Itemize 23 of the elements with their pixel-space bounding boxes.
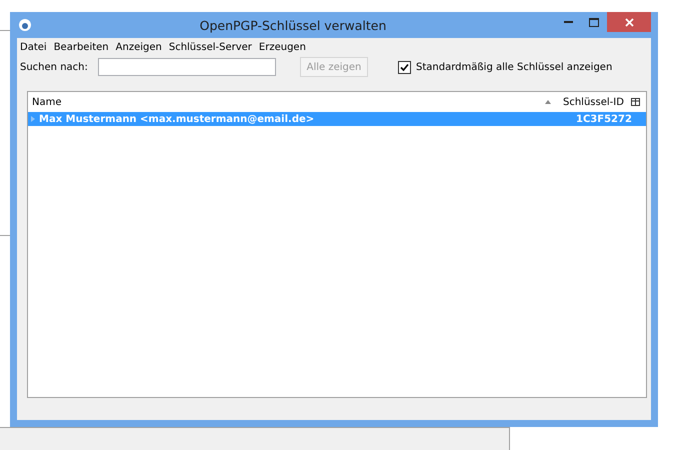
close-button[interactable] xyxy=(607,12,651,32)
checkmark-icon xyxy=(400,62,409,72)
column-header[interactable]: Name xyxy=(28,96,557,108)
close-icon xyxy=(624,18,634,26)
table-cell-text: 1C3F5272 xyxy=(576,114,633,124)
checkbox[interactable] xyxy=(398,60,411,74)
column-picker-icon[interactable] xyxy=(631,98,640,106)
menu-item[interactable]: Bearbeiten xyxy=(54,42,109,53)
search-field[interactable] xyxy=(98,58,276,76)
minimize-icon xyxy=(564,20,572,24)
expand-arrow-icon xyxy=(31,116,35,122)
search-label: Suchen nach: xyxy=(20,62,89,72)
menu-item[interactable]: Datei xyxy=(20,42,47,53)
menu-item[interactable]: Erzeugen xyxy=(258,42,306,53)
checkbox-label: Standardmäßig alle Schlüssel anzeigen xyxy=(416,62,612,72)
menu-item[interactable]: Anzeigen xyxy=(116,42,162,53)
window-title: OpenPGP-Schlüssel verwalten xyxy=(198,18,388,32)
table-cell-text: Max Mustermann <max.mustermann@email.de> xyxy=(39,114,316,124)
maximize-icon xyxy=(589,18,599,26)
sort-arrow-icon xyxy=(545,100,551,104)
menu-item[interactable]: Schlüssel-Server xyxy=(168,42,252,53)
column-header-label: Name xyxy=(32,96,62,108)
app-icon xyxy=(19,19,31,31)
